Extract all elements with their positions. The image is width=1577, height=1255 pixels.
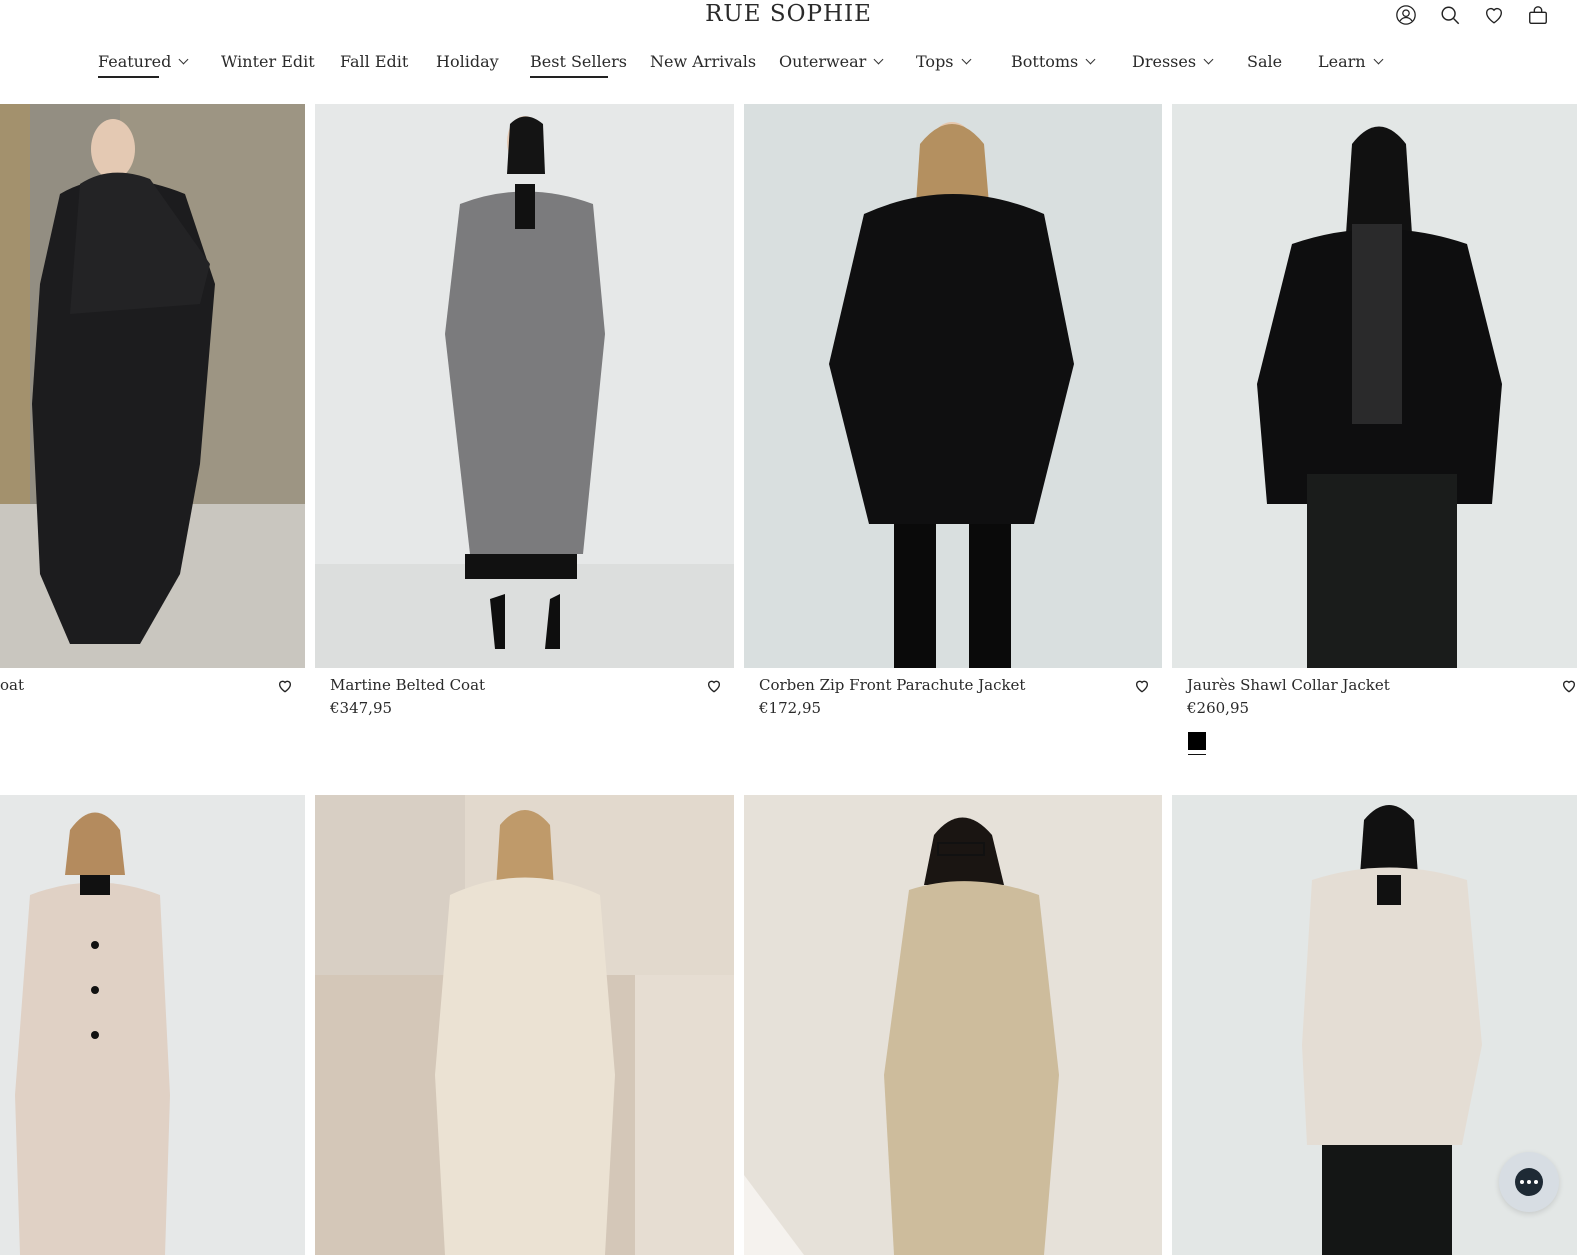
nav-item-dresses[interactable]: Dresses <box>1132 48 1214 76</box>
product-title[interactable]: Martine Belted Coat <box>330 675 485 695</box>
product-title[interactable]: Jaurès Shawl Collar Jacket <box>1187 675 1390 695</box>
chevron-down-icon <box>961 54 971 65</box>
product-title[interactable]: oat <box>0 675 24 695</box>
nav-label: Sale <box>1247 52 1283 71</box>
nav-label: Learn <box>1318 52 1366 71</box>
nav-item-featured[interactable]: Featured <box>98 48 189 78</box>
product-price: €347,95 <box>330 699 393 717</box>
nav-item-new-arrivals[interactable]: New Arrivals <box>650 48 756 76</box>
nav-label: Bottoms <box>1011 52 1079 71</box>
product-image[interactable] <box>744 104 1162 668</box>
color-swatch-black[interactable] <box>1188 732 1206 755</box>
site-header: RUE SOPHIE Featured Winter Edit Fall Edi… <box>0 0 1577 100</box>
nav-label: Outerwear <box>779 52 867 71</box>
nav-label: Fall Edit <box>340 52 409 71</box>
cart-bag-icon[interactable] <box>1525 2 1551 28</box>
product-image[interactable] <box>1172 104 1577 668</box>
nav-item-tops[interactable]: Tops <box>916 48 971 76</box>
chevron-down-icon <box>178 54 189 65</box>
account-icon[interactable] <box>1393 2 1419 28</box>
chevron-down-icon <box>1203 54 1214 65</box>
main-nav: Featured Winter Edit Fall Edit Holiday B… <box>0 48 1577 78</box>
header-icons <box>1393 2 1551 28</box>
nav-item-holiday[interactable]: Holiday <box>436 48 499 76</box>
nav-label: Tops <box>916 52 954 71</box>
nav-item-fall-edit[interactable]: Fall Edit <box>340 48 408 76</box>
product-price: €260,95 <box>1187 699 1250 717</box>
heart-icon[interactable] <box>1134 678 1150 694</box>
brand-logo[interactable]: RUE SOPHIE <box>0 0 1577 28</box>
nav-item-best-sellers[interactable]: Best Sellers <box>530 48 627 78</box>
product-price: €172,95 <box>759 699 822 717</box>
nav-item-learn[interactable]: Learn <box>1318 48 1384 76</box>
heart-icon[interactable] <box>706 678 722 694</box>
nav-item-winter-edit[interactable]: Winter Edit <box>221 48 315 76</box>
nav-label: New Arrivals <box>650 52 757 71</box>
search-icon[interactable] <box>1437 2 1463 28</box>
nav-label: Featured <box>98 52 172 71</box>
nav-label: Best Sellers <box>530 52 627 71</box>
nav-item-bottoms[interactable]: Bottoms <box>1011 48 1096 76</box>
chevron-down-icon <box>1373 54 1384 65</box>
chevron-down-icon <box>1085 54 1096 65</box>
chat-bubble-icon <box>1515 1168 1543 1196</box>
product-image[interactable] <box>0 104 305 668</box>
chevron-down-icon <box>873 54 884 65</box>
wishlist-heart-icon[interactable] <box>1481 2 1507 28</box>
product-image[interactable] <box>315 104 734 668</box>
chat-button[interactable] <box>1499 1152 1559 1212</box>
product-title[interactable]: Corben Zip Front Parachute Jacket <box>759 675 1025 695</box>
nav-label: Holiday <box>436 52 499 71</box>
product-image[interactable] <box>315 795 734 1255</box>
heart-icon[interactable] <box>277 678 293 694</box>
heart-icon[interactable] <box>1561 678 1577 694</box>
product-image[interactable] <box>744 795 1162 1255</box>
nav-label: Dresses <box>1132 52 1197 71</box>
nav-item-outerwear[interactable]: Outerwear <box>779 48 884 76</box>
product-image[interactable] <box>0 795 305 1255</box>
nav-label: Winter Edit <box>221 52 315 71</box>
nav-item-sale[interactable]: Sale <box>1247 48 1282 76</box>
